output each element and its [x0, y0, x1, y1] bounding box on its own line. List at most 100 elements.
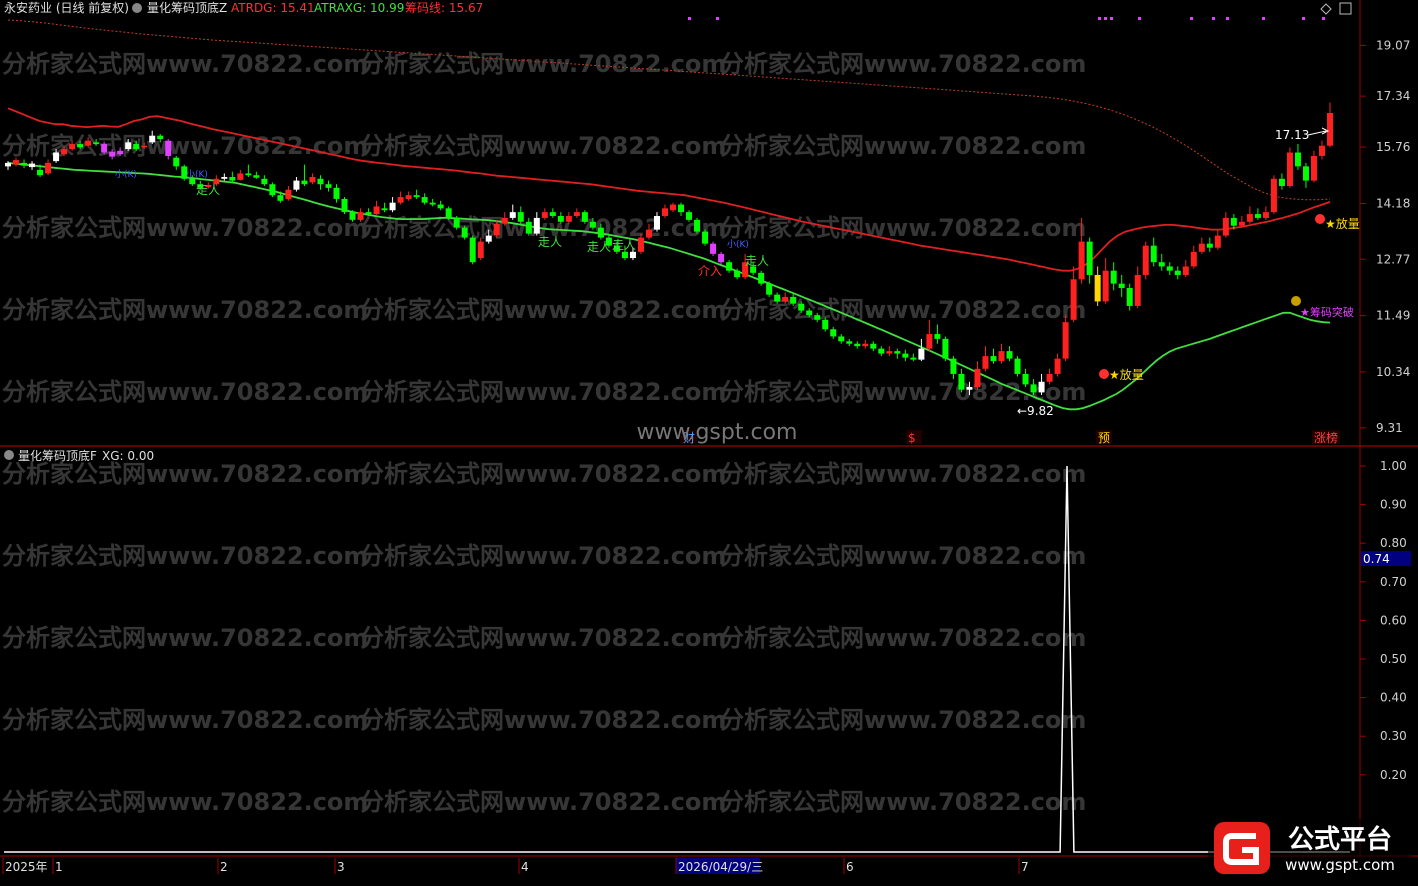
candle-body — [1326, 112, 1334, 146]
candle-body — [1054, 358, 1061, 374]
candle-body — [1238, 221, 1245, 226]
signal-dot — [1138, 17, 1141, 20]
candle-body — [45, 162, 52, 174]
watermark-text: 分析家公式网www.70822.com — [2, 50, 368, 78]
candle-body — [477, 241, 484, 259]
candle-body — [589, 221, 596, 228]
candle-body — [982, 356, 989, 369]
sub-indicator-name[interactable]: 量化筹码顶底F — [18, 448, 97, 463]
watermark-text: 分析家公式网www.70822.com — [720, 460, 1086, 488]
candle-body — [926, 334, 933, 349]
signal-dot — [1212, 17, 1215, 20]
candle-body — [621, 251, 628, 259]
candle-body — [1230, 217, 1237, 226]
candle-body — [766, 283, 773, 295]
xg-current-value: 0.74 — [1363, 552, 1390, 566]
candle-body — [966, 387, 973, 390]
watermark-text: 分析家公式网www.70822.com — [2, 296, 368, 324]
xg-tick-label: 0.80 — [1380, 536, 1407, 550]
candle-body — [846, 341, 853, 344]
candle-body — [53, 152, 60, 162]
candle-body — [710, 243, 717, 254]
candle-body — [854, 343, 861, 347]
candle-body — [734, 270, 741, 278]
watermark-text: 分析家公式网www.70822.com — [2, 378, 368, 406]
candle-body — [1166, 266, 1173, 271]
candle-body — [886, 351, 893, 354]
candle-body — [1182, 266, 1189, 275]
xg-tick-label: 0.30 — [1380, 729, 1407, 743]
candle-body — [1302, 166, 1309, 181]
candle-body — [1198, 243, 1205, 252]
watermark-text: 分析家公式网www.70822.com — [720, 542, 1086, 570]
candle-body — [1206, 243, 1213, 248]
candle-body — [229, 177, 236, 181]
xg-tick-label: 1.00 — [1380, 459, 1407, 473]
candle-body — [261, 178, 268, 185]
walk-label: 走人 — [196, 183, 220, 197]
candle-body — [117, 150, 124, 155]
indicator-name[interactable]: 量化筹码顶底Z — [147, 0, 227, 15]
watermark-text: 分析家公式网www.70822.com — [720, 624, 1086, 652]
time-label: 6 — [846, 860, 854, 874]
candle-body — [806, 310, 813, 316]
xg-tick-label: 0.40 — [1380, 691, 1407, 705]
xg-tick-label: 0.20 — [1380, 768, 1407, 782]
candle-body — [1214, 235, 1221, 248]
candle-body — [301, 180, 308, 185]
candle-body — [29, 163, 36, 168]
watermark-text: 分析家公式网www.70822.com — [360, 624, 726, 652]
signal-dot — [1098, 17, 1101, 20]
candle-body — [269, 184, 276, 196]
candle-body — [637, 237, 644, 252]
candle-body — [1118, 283, 1125, 289]
stock-title: 永安药业 (日线 前复权) — [4, 0, 129, 15]
candle-body — [702, 231, 709, 244]
candle-body — [389, 202, 396, 211]
candle-body — [565, 215, 572, 222]
watermark-text: 分析家公式网www.70822.com — [360, 788, 726, 816]
signal-dot — [1110, 17, 1113, 20]
candle-body — [493, 223, 500, 236]
candle-body — [37, 169, 44, 176]
candle-body — [437, 204, 444, 209]
candle-body — [653, 215, 660, 230]
candle-body — [1102, 270, 1109, 302]
candle-body — [1262, 212, 1269, 218]
chip-line-value: 筹码线: 15.67 — [405, 1, 483, 15]
watermark-text: 分析家公式网www.70822.com — [2, 542, 368, 570]
candle-body — [1190, 251, 1197, 267]
candle-body — [333, 187, 340, 199]
candle-body — [373, 206, 380, 215]
candle-body — [870, 343, 877, 349]
walk-label: 走人 — [745, 254, 769, 268]
watermark-text: 分析家公式网www.70822.com — [720, 788, 1086, 816]
candle-body — [4, 162, 12, 167]
candle-body — [349, 212, 356, 220]
candle-body — [838, 336, 845, 342]
candle-body — [950, 358, 957, 374]
candle-body — [61, 149, 68, 155]
candle-body — [85, 140, 92, 146]
candle-body — [670, 204, 677, 211]
candle-body — [878, 348, 885, 354]
candle-body — [822, 319, 829, 330]
candle-body — [125, 142, 132, 150]
atraxg-value: ATRAXG: 10.99 — [314, 1, 404, 15]
candle-body — [1110, 270, 1117, 284]
candle-body — [421, 197, 428, 203]
time-label: 2026/04/29/三 — [678, 860, 763, 874]
candle-body — [1278, 178, 1285, 187]
candle-body — [1094, 274, 1101, 302]
candle-body — [1246, 214, 1253, 222]
signal-dot — [1322, 17, 1325, 20]
collapse-icon[interactable] — [4, 450, 14, 460]
time-label: 4 — [521, 860, 529, 874]
candle-body — [934, 334, 941, 339]
collapse-icon[interactable] — [132, 3, 142, 13]
candle-body — [1086, 241, 1093, 275]
low-price-label: ←9.82 — [1017, 404, 1054, 418]
candle-body — [678, 204, 685, 213]
price-tick-label: 17.34 — [1376, 89, 1410, 103]
candle-body — [525, 221, 532, 234]
